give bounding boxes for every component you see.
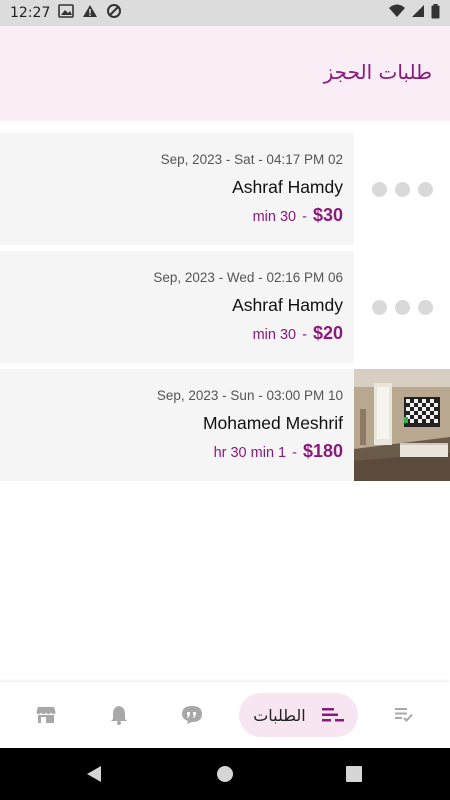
nav-item-chat[interactable]: [170, 682, 214, 748]
gallery-icon: [58, 4, 75, 22]
booking-thumbnail-placeholder: [354, 133, 450, 245]
home-icon: [217, 766, 233, 782]
warning-icon: [82, 4, 98, 22]
signal-icon: [411, 4, 425, 22]
booking-separator: -: [302, 209, 307, 225]
app-bar: طلبات الحجز: [0, 26, 450, 121]
booking-price-row: min 30 - $30: [253, 205, 343, 226]
booking-card[interactable]: Sep, 2023 - Sat - 04:17 PM 02 Ashraf Ham…: [0, 133, 450, 245]
system-back-button[interactable]: [74, 748, 114, 800]
nav-item-requests-label: الطلبات: [253, 705, 306, 725]
recents-icon: [346, 766, 362, 782]
room-photo-image: [354, 369, 450, 481]
system-navigation-bar: [0, 748, 450, 800]
booking-price-row: hr 30 min 1 - $180: [214, 441, 343, 462]
booking-date: Sep, 2023 - Sat - 04:17 PM 02: [160, 152, 343, 167]
placeholder-dot: [371, 181, 387, 197]
placeholder-dot: [417, 299, 433, 315]
battery-icon: [431, 3, 440, 23]
booking-price: $180: [302, 441, 343, 461]
system-recents-button[interactable]: [334, 748, 374, 800]
booking-card[interactable]: Sep, 2023 - Sun - 03:00 PM 10 Mohamed Me…: [0, 369, 450, 481]
list-icon: [321, 708, 344, 722]
placeholder-dot: [371, 299, 387, 315]
booking-date: Sep, 2023 - Wed - 02:16 PM 06: [153, 270, 343, 285]
booking-customer-name: Ashraf Hamdy: [232, 177, 343, 197]
system-home-button[interactable]: [205, 748, 245, 800]
booking-price: $20: [312, 323, 343, 343]
bottom-navigation: الطلبات: [0, 682, 450, 748]
placeholder-dot: [394, 299, 410, 315]
nav-item-notifications[interactable]: [97, 682, 141, 748]
booking-card-body[interactable]: Sep, 2023 - Sat - 04:17 PM 02 Ashraf Ham…: [0, 133, 354, 245]
booking-price: $30: [312, 205, 343, 225]
placeholder-dot: [417, 181, 433, 197]
status-time: 12:27: [10, 5, 51, 21]
placeholder-dot: [394, 181, 410, 197]
nav-item-checklist[interactable]: [382, 682, 426, 748]
booking-card-body[interactable]: Sep, 2023 - Wed - 02:16 PM 06 Ashraf Ham…: [0, 251, 354, 363]
booking-separator: -: [292, 445, 297, 461]
status-bar: 12:27: [0, 0, 450, 26]
nav-item-requests[interactable]: الطلبات: [239, 693, 358, 737]
chat-bubble-icon: [182, 706, 202, 724]
wifi-icon: [389, 4, 405, 22]
nav-item-store[interactable]: [24, 682, 68, 748]
store-icon: [36, 707, 56, 723]
booking-card-body[interactable]: Sep, 2023 - Sun - 03:00 PM 10 Mohamed Me…: [0, 369, 354, 481]
booking-duration: hr 30 min 1: [213, 445, 287, 461]
page-title: طلبات الحجز: [323, 60, 432, 84]
room-photo-thumbnail: [354, 369, 450, 481]
bell-icon: [111, 706, 127, 725]
blocked-icon: [106, 3, 122, 23]
back-icon: [87, 766, 101, 782]
checklist-icon: [395, 708, 413, 722]
booking-duration: min 30: [252, 327, 297, 343]
booking-duration: min 30: [252, 209, 297, 225]
booking-card[interactable]: Sep, 2023 - Wed - 02:16 PM 06 Ashraf Ham…: [0, 251, 450, 363]
booking-customer-name: Ashraf Hamdy: [232, 295, 343, 315]
booking-thumbnail-placeholder: [354, 251, 450, 363]
booking-separator: -: [302, 327, 307, 343]
booking-price-row: min 30 - $20: [253, 323, 343, 344]
booking-date: Sep, 2023 - Sun - 03:00 PM 10: [156, 388, 343, 403]
booking-customer-name: Mohamed Meshrif: [202, 413, 343, 433]
